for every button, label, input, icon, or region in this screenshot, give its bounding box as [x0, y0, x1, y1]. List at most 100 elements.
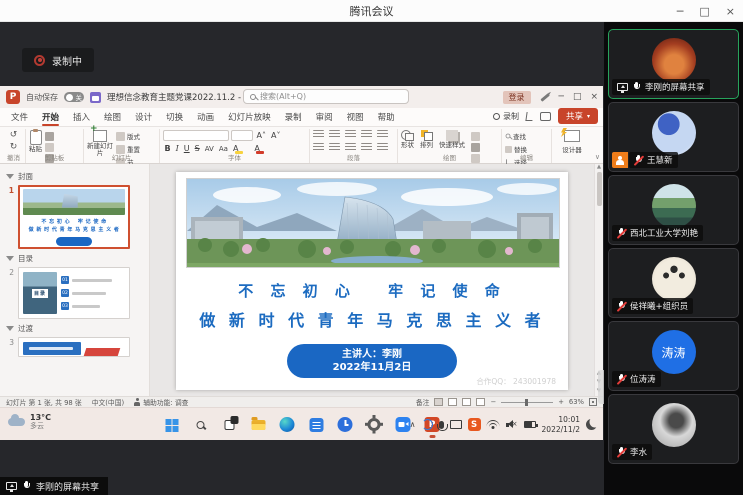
tab-file[interactable]: 文件 — [4, 108, 35, 126]
reading-view-button[interactable] — [462, 398, 471, 406]
participant-tile-weitaotao[interactable]: 涛涛 位涛涛 — [608, 321, 739, 391]
numbering-icon[interactable] — [329, 130, 340, 139]
screen-recorder-icon[interactable] — [468, 418, 481, 431]
columns-icon[interactable] — [377, 143, 388, 152]
tab-help[interactable]: 帮助 — [371, 108, 402, 126]
ppt-restore-button[interactable]: □ — [573, 92, 582, 102]
tab-review[interactable]: 审阅 — [309, 108, 340, 126]
maximize-button[interactable]: □ — [699, 5, 709, 18]
bullets-icon[interactable] — [313, 130, 324, 139]
participant-tile-wanghuixin[interactable]: 王慧新 — [608, 102, 739, 172]
copy-icon[interactable] — [45, 143, 54, 152]
accessibility-status[interactable]: 辅助功能: 调查 — [134, 397, 188, 407]
zoom-slider[interactable] — [501, 402, 553, 403]
ppt-close-button[interactable]: × — [590, 92, 598, 102]
redo-icon[interactable]: ↻ — [10, 142, 18, 152]
task-view-button[interactable] — [218, 413, 240, 437]
decrease-font-icon[interactable]: A˅ — [269, 131, 281, 140]
tab-home[interactable]: 开始 — [35, 108, 66, 126]
find-button[interactable]: 查找 — [505, 131, 527, 141]
arrange-button[interactable]: 排列 — [420, 130, 433, 149]
search-button[interactable] — [189, 413, 211, 437]
save-icon[interactable] — [90, 92, 101, 103]
align-right-icon[interactable] — [345, 143, 356, 152]
tab-record[interactable]: 录制 — [278, 108, 309, 126]
slide-sorter-view-button[interactable] — [448, 398, 457, 406]
slideshow-button[interactable] — [476, 398, 485, 406]
section-header-cover[interactable]: 封面 — [6, 171, 147, 182]
shape-outline-icon[interactable] — [471, 143, 480, 152]
zoom-in-button[interactable]: + — [558, 398, 564, 406]
participant-tile-lishui[interactable]: 李水 — [608, 394, 739, 464]
align-center-icon[interactable] — [329, 143, 340, 152]
close-button[interactable]: × — [726, 5, 735, 18]
align-left-icon[interactable] — [313, 143, 324, 152]
share-button[interactable]: 共享▾ — [558, 108, 598, 124]
battery-icon[interactable] — [524, 421, 536, 428]
volume-muted-icon[interactable]: × — [506, 420, 518, 429]
participant-tile-ligang-share[interactable]: 李刚的屏幕共享 — [608, 29, 739, 99]
quick-styles-button[interactable]: 快速样式 — [439, 130, 465, 149]
scrollbar-thumb[interactable] — [597, 172, 602, 206]
ppt-minimize-button[interactable]: ─ — [559, 92, 564, 102]
indent-decrease-icon[interactable] — [345, 130, 356, 139]
collapse-ribbon-chevron[interactable]: ∨ — [595, 153, 600, 161]
line-spacing-icon[interactable] — [377, 130, 388, 139]
docs-app-button[interactable] — [305, 413, 327, 437]
shapes-button[interactable]: 形状 — [401, 130, 414, 149]
tray-mic-icon[interactable] — [439, 421, 444, 429]
recording-indicator[interactable]: 录制中 — [22, 48, 94, 72]
minimize-button[interactable]: ─ — [677, 5, 684, 18]
sign-in-button[interactable]: 登录 — [503, 91, 531, 104]
vertical-scrollbar[interactable]: ▲ ▲ ▼ ▼ — [594, 164, 603, 396]
tab-design[interactable]: 设计 — [128, 108, 159, 126]
cast-icon[interactable] — [450, 420, 462, 429]
section-header-contents[interactable]: 目录 — [6, 253, 147, 264]
zoom-level-label[interactable]: 63% — [569, 398, 584, 406]
indent-increase-icon[interactable] — [361, 130, 372, 139]
font-size-combobox[interactable] — [231, 130, 253, 141]
edge-button[interactable] — [276, 413, 298, 437]
focus-assist-moon-icon[interactable] — [586, 419, 597, 430]
tab-slideshow[interactable]: 幻灯片放映 — [221, 108, 278, 126]
participant-tile-liuyan[interactable]: 西北工业大学刘艳 — [608, 175, 739, 245]
zoom-out-button[interactable]: − — [490, 398, 496, 406]
comment-icon[interactable] — [540, 112, 551, 121]
designer-icon[interactable] — [564, 130, 580, 142]
cut-icon[interactable] — [45, 132, 54, 141]
participant-tile-houxiangxi[interactable]: 侯祥曦+组织员 — [608, 248, 739, 318]
tab-animations[interactable]: 动画 — [190, 108, 221, 126]
tab-transitions[interactable]: 切换 — [159, 108, 190, 126]
language-label[interactable]: 中文(中国) — [92, 397, 125, 407]
file-explorer-button[interactable] — [247, 413, 269, 437]
hidden-icons-chevron[interactable]: ∧ — [410, 420, 416, 429]
justify-icon[interactable] — [361, 143, 372, 152]
fit-to-window-button[interactable] — [589, 398, 597, 406]
search-input[interactable]: 搜索(Alt+Q) — [243, 89, 409, 104]
tab-view[interactable]: 视图 — [340, 108, 371, 126]
slide-thumbnail-1[interactable]: 不 忘 初 心 牢 记 使 命 做 新 时 代 青 年 马 克 思 主 义 者 — [18, 185, 130, 249]
section-header-transition[interactable]: 过渡 — [6, 323, 147, 334]
clock-app-button[interactable] — [334, 413, 356, 437]
tab-draw[interactable]: 绘图 — [97, 108, 128, 126]
taskbar-clock[interactable]: 10:01 2022/11/2 — [542, 415, 580, 434]
autosave-toggle[interactable]: 关 — [64, 92, 84, 102]
slide-thumbnail-2[interactable]: 目录 01 02 03 — [18, 267, 130, 319]
slide-count-label[interactable]: 幻灯片 第 1 张, 共 98 张 — [6, 397, 82, 407]
font-name-combobox[interactable] — [163, 130, 229, 141]
scroll-up-icon[interactable]: ▲ — [597, 164, 601, 170]
start-button[interactable] — [160, 413, 182, 437]
settings-button[interactable] — [363, 413, 385, 437]
record-button[interactable]: 录制 — [493, 111, 519, 122]
increase-font-icon[interactable]: A˄ — [255, 131, 267, 140]
weather-widget[interactable]: 13°C 多云 — [8, 413, 51, 430]
layout-button[interactable]: 版式 — [116, 131, 140, 141]
pointer-icon[interactable] — [525, 112, 533, 121]
paste-button[interactable]: 粘贴 — [29, 130, 42, 153]
undo-icon[interactable]: ↺ — [10, 130, 18, 140]
shape-fill-icon[interactable] — [471, 132, 480, 141]
notes-button[interactable]: 备注 — [416, 397, 430, 407]
current-slide[interactable]: 不 忘 初 心 牢 记 使 命 做 新 时 代 青 年 马 克 思 主 义 者 … — [176, 172, 568, 390]
pen-icon[interactable] — [540, 93, 549, 101]
designer-label[interactable]: 设计器 — [562, 144, 582, 154]
